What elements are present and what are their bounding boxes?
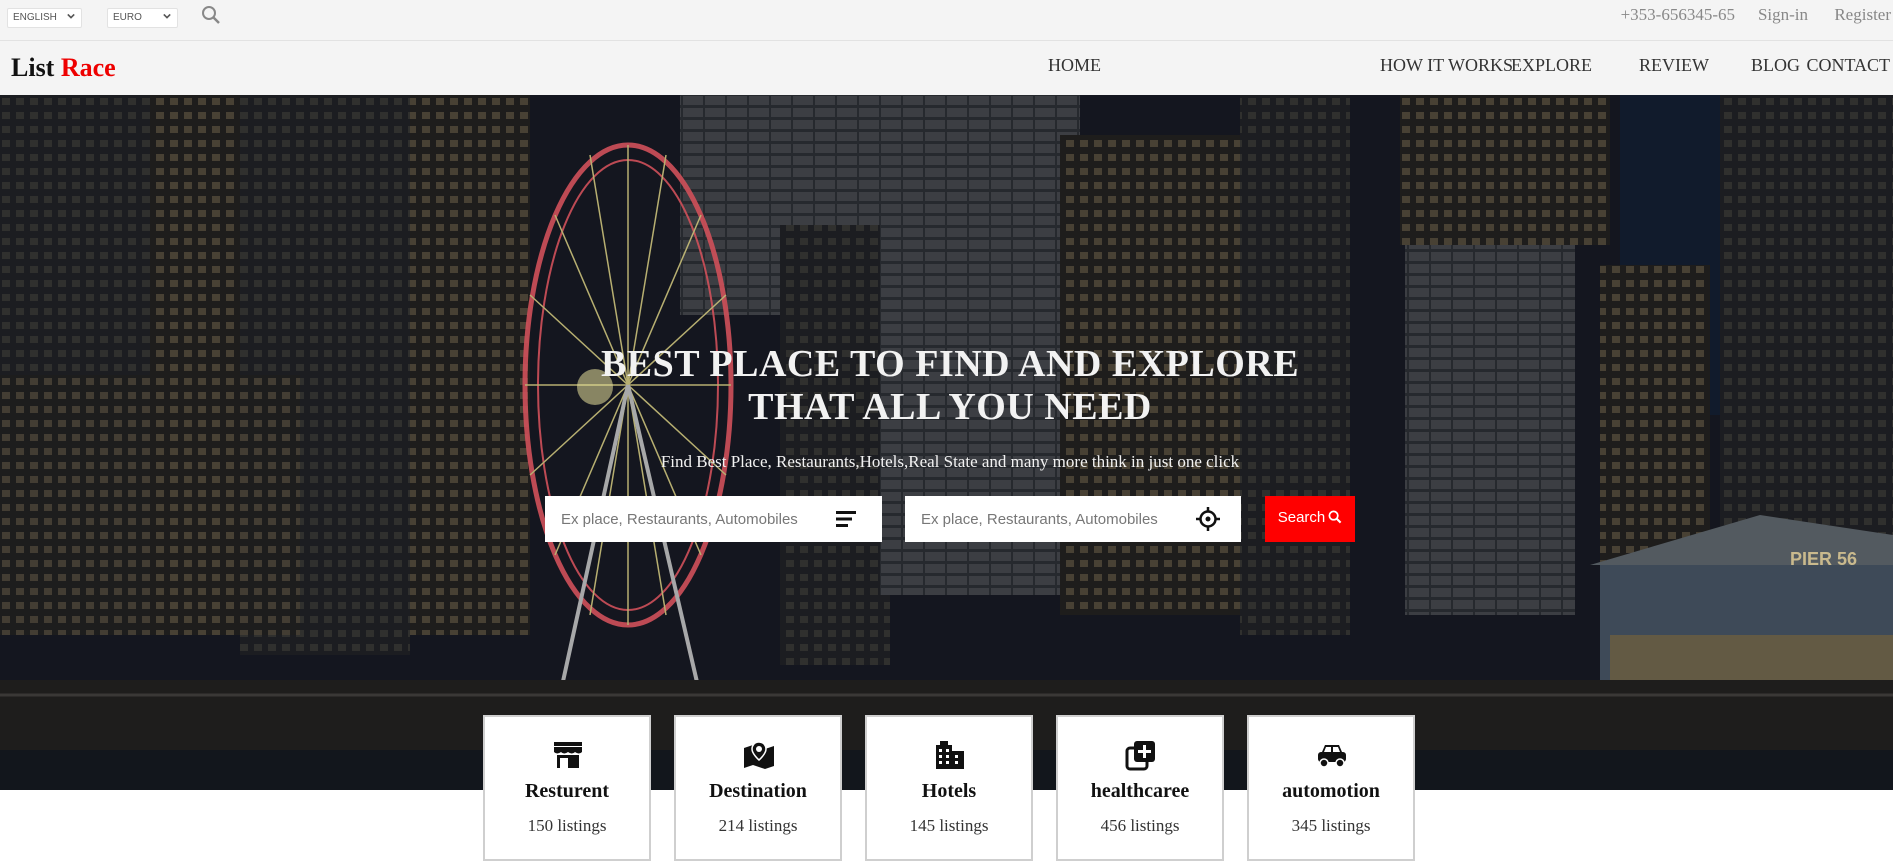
keyword-search-input[interactable] <box>545 496 882 542</box>
car-icon <box>1318 745 1346 768</box>
category-name: automotion <box>1282 780 1380 802</box>
register-link[interactable]: Register <box>1834 5 1891 25</box>
main-navbar: List Race HOME HOW IT WORKS EXPLORE REVI… <box>0 41 1893 95</box>
category-count: 456 listings <box>1100 816 1180 835</box>
hero-title-line2: THAT ALL YOU NEED <box>748 386 1152 428</box>
phone-number: +353-656345-65 <box>1620 5 1735 24</box>
search-button-label: Search <box>1277 509 1326 526</box>
hero-title: BEST PLACE TO FIND AND EXPLORE THAT ALL … <box>0 343 1893 429</box>
location-search-input[interactable] <box>905 496 1241 542</box>
search-button[interactable]: Search <box>1265 496 1355 542</box>
hero-section: PIER 56 BEST PLACE TO FIND AND EXPLORE T… <box>0 95 1893 790</box>
category-name: Resturent <box>524 780 610 802</box>
nav-item-contact[interactable]: CONTACT <box>1806 55 1890 76</box>
store-icon <box>554 742 582 768</box>
building-icon <box>936 741 964 769</box>
keyword-search-box <box>545 496 882 542</box>
category-card-resturent[interactable]: Resturent 150 listings <box>483 715 651 861</box>
category-count: 345 listings <box>1291 816 1371 835</box>
chevron-down-icon <box>67 13 75 19</box>
site-logo[interactable]: List Race <box>11 53 116 83</box>
category-card-hotels[interactable]: Hotels 145 listings <box>865 715 1033 861</box>
medical-plus-icon <box>1125 741 1155 771</box>
category-name: Destination <box>709 780 807 802</box>
hero-title-line1: BEST PLACE TO FIND AND EXPLORE <box>600 343 1300 385</box>
logo-text-race: Race <box>60 53 116 82</box>
svg-text:PIER 56: PIER 56 <box>1790 549 1857 569</box>
crosshair-icon[interactable] <box>1196 507 1220 531</box>
category-count: 150 listings <box>527 816 607 835</box>
search-icon[interactable] <box>201 5 221 25</box>
category-card-automotion[interactable]: automotion 345 listings <box>1247 715 1415 861</box>
category-name: Hotels <box>921 780 977 802</box>
nav-item-how-it-works[interactable]: HOW IT WORKS <box>1380 55 1513 76</box>
menu-lines-icon[interactable] <box>834 507 858 531</box>
category-card-healthcaree[interactable]: healthcaree 456 listings <box>1056 715 1224 861</box>
chevron-down-icon <box>163 13 171 19</box>
search-icon <box>1328 510 1342 524</box>
language-select-value: ENGLISH <box>13 12 57 23</box>
hero-subtitle: Find Best Place, Restaurants,Hotels,Real… <box>660 452 1240 471</box>
city-skyline-background: PIER 56 <box>0 95 1893 790</box>
location-search-box <box>905 496 1241 542</box>
map-pin-icon <box>744 741 774 769</box>
language-select[interactable]: ENGLISH <box>7 8 82 28</box>
nav-item-explore[interactable]: EXPLORE <box>1511 55 1592 76</box>
logo-text-list: List <box>11 53 55 82</box>
currency-select[interactable]: EURO <box>107 8 178 28</box>
nav-item-home[interactable]: HOME <box>1048 55 1101 76</box>
category-card-destination[interactable]: Destination 214 listings <box>674 715 842 861</box>
top-utility-bar: ENGLISH EURO +353-656345-65 Sign-in Regi… <box>0 0 1893 41</box>
category-count: 214 listings <box>718 816 798 835</box>
signin-link[interactable]: Sign-in <box>1758 5 1808 25</box>
nav-item-blog[interactable]: BLOG <box>1751 55 1800 76</box>
currency-select-value: EURO <box>113 12 142 23</box>
category-count: 145 listings <box>909 816 989 835</box>
nav-item-review[interactable]: REVIEW <box>1639 55 1709 76</box>
category-name: healthcaree <box>1090 780 1190 802</box>
